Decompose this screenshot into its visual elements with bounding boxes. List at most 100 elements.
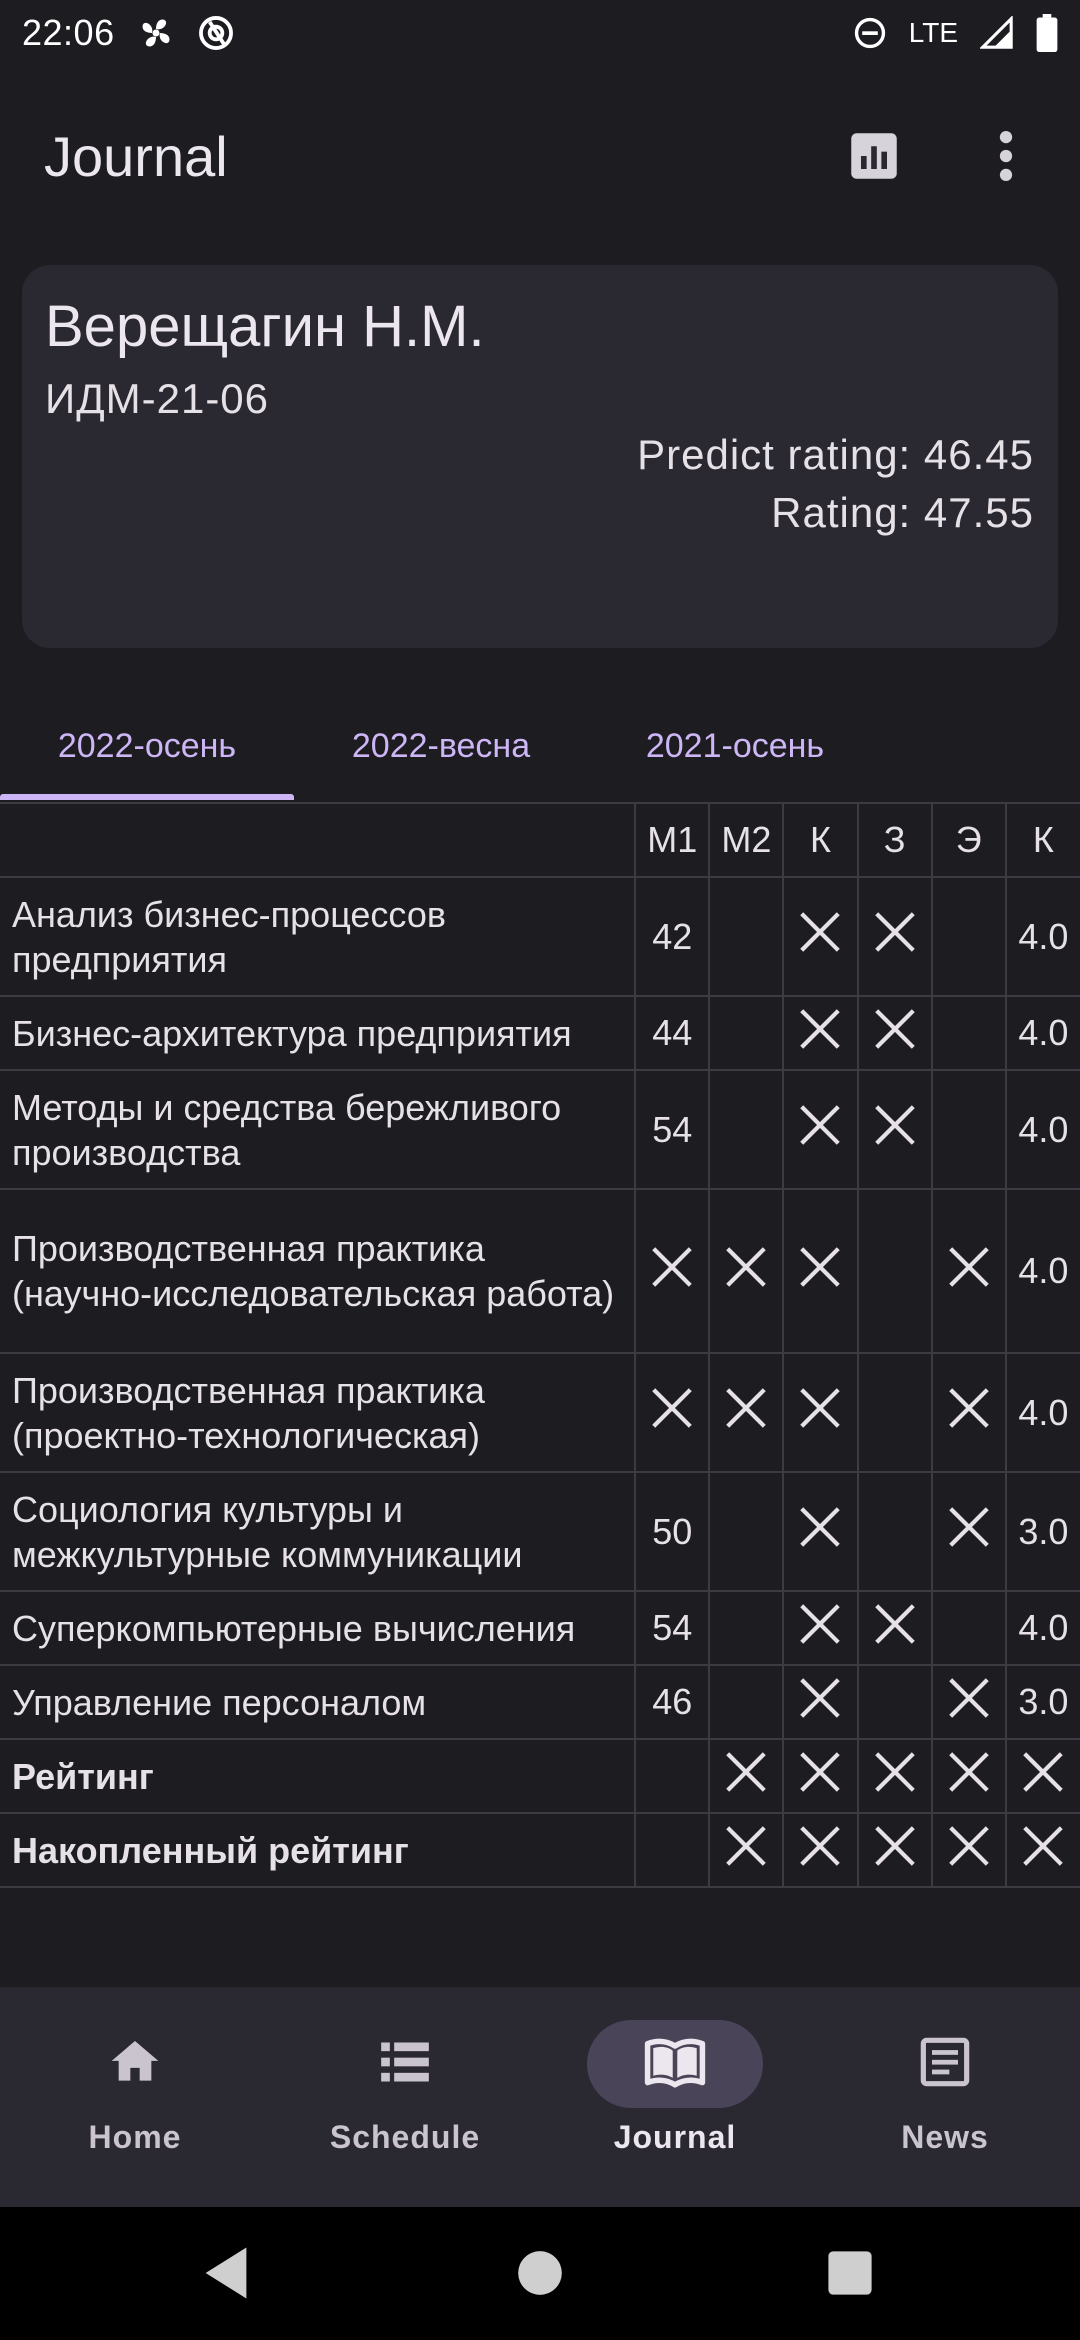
- cell-z: [856, 1188, 932, 1354]
- close-icon: [948, 1246, 990, 1297]
- cell-k-none: [782, 1188, 858, 1354]
- cell-m1: 54: [634, 1590, 710, 1666]
- recents-icon[interactable]: [826, 2245, 874, 2306]
- cell-z-none: [856, 995, 932, 1071]
- subject-name: Накопленный рейтинг: [0, 1812, 636, 1888]
- grades-table: М1 М2 К З Э К Анализ бизнес-процессов пр…: [0, 802, 1080, 1888]
- cell-k-none: [782, 1352, 858, 1473]
- cell-m2: [708, 1471, 784, 1592]
- close-icon: [725, 1751, 767, 1802]
- tab-indicator: [0, 794, 294, 800]
- table-row: Социология культуры и межкультурные комм…: [0, 1471, 1080, 1592]
- cell-m1: 54: [634, 1069, 710, 1190]
- cell-m2-none: [708, 1812, 784, 1888]
- home-circle-icon[interactable]: [516, 2245, 564, 2306]
- close-icon: [874, 1008, 916, 1059]
- nav-journal[interactable]: Journal: [540, 1987, 810, 2207]
- cell-e-none: [930, 1352, 1006, 1473]
- cell-e: [930, 1069, 1006, 1190]
- tab-2021-autumn[interactable]: 2021-осень: [588, 690, 882, 802]
- table-row: Суперкомпьютерные вычисления 54 4.0: [0, 1590, 1080, 1666]
- close-icon: [948, 1387, 990, 1438]
- cell-e-none: [930, 1471, 1006, 1592]
- nav-pill: [47, 2020, 223, 2108]
- cell-k-none: [782, 1069, 858, 1190]
- cell-m1: 44: [634, 995, 710, 1071]
- table-row: Методы и средства бережливого производст…: [0, 1069, 1080, 1190]
- cell-k2-none: [1004, 1812, 1080, 1888]
- nav-home[interactable]: Home: [0, 1987, 270, 2207]
- cell-m2: [708, 1590, 784, 1666]
- rating: Rating: 47.55: [771, 489, 1034, 536]
- cell-m1-none: [634, 1188, 710, 1354]
- cell-m2-none: [708, 1352, 784, 1473]
- subject-name: Производственная практика (проектно-техн…: [0, 1352, 636, 1473]
- battery-icon: [1036, 14, 1058, 52]
- table-row: Анализ бизнес-процессов предприятия 42 4.0: [0, 876, 1080, 997]
- fan-icon: [137, 14, 175, 52]
- subject-name: Рейтинг: [0, 1738, 636, 1814]
- signal-icon: [980, 16, 1014, 50]
- table-row: Производственная практика (научно-исслед…: [0, 1188, 1080, 1354]
- at-sign-icon: [197, 14, 235, 52]
- tab-2022-autumn[interactable]: 2022-осень: [0, 690, 294, 802]
- close-icon: [874, 1751, 916, 1802]
- back-icon[interactable]: [200, 2245, 252, 2306]
- close-icon: [948, 1751, 990, 1802]
- cell-m2-none: [708, 1738, 784, 1814]
- nav-pill: [857, 2020, 1033, 2108]
- nav-schedule[interactable]: Schedule: [270, 1987, 540, 2207]
- bar-chart-icon[interactable]: [844, 126, 904, 186]
- close-icon: [1022, 1751, 1064, 1802]
- close-icon: [874, 1603, 916, 1654]
- book-icon: [643, 2034, 707, 2095]
- subject-name: Производственная практика (научно-исслед…: [0, 1188, 636, 1354]
- cell-k2: 4.0: [1004, 1069, 1080, 1190]
- close-icon: [1022, 1825, 1064, 1876]
- cell-k2: 4.0: [1004, 1352, 1080, 1473]
- header-m1: М1: [634, 802, 710, 878]
- list-icon: [379, 2036, 431, 2093]
- nav-label-home: Home: [88, 2119, 182, 2155]
- close-icon: [799, 1603, 841, 1654]
- home-icon: [107, 2034, 163, 2095]
- cell-k-none: [782, 1812, 858, 1888]
- tab-label: 2021-осень: [645, 726, 825, 765]
- close-icon: [799, 1677, 841, 1728]
- cell-z-none: [856, 1590, 932, 1666]
- cell-m2: [708, 1664, 784, 1740]
- subject-name: Методы и средства бережливого производст…: [0, 1069, 636, 1190]
- subject-name: Анализ бизнес-процессов предприятия: [0, 876, 636, 997]
- close-icon: [799, 1387, 841, 1438]
- close-icon: [651, 1387, 693, 1438]
- close-icon: [725, 1387, 767, 1438]
- close-icon: [874, 1825, 916, 1876]
- cell-k-none: [782, 1590, 858, 1666]
- close-icon: [874, 1104, 916, 1155]
- table-header-row: М1 М2 К З Э К: [0, 802, 1080, 878]
- nav-news[interactable]: News: [810, 1987, 1080, 2207]
- subject-name: Управление персоналом: [0, 1664, 636, 1740]
- table-row: Накопленный рейтинг: [0, 1812, 1080, 1888]
- cell-e-none: [930, 1188, 1006, 1354]
- cell-m2: [708, 995, 784, 1071]
- tab-2022-spring[interactable]: 2022-весна: [294, 690, 588, 802]
- cell-k-none: [782, 876, 858, 997]
- close-icon: [725, 1825, 767, 1876]
- cell-m1: 50: [634, 1471, 710, 1592]
- cell-e: [930, 995, 1006, 1071]
- bottom-navigation: Home Schedule Journal News: [0, 1987, 1080, 2207]
- cell-m1: 42: [634, 876, 710, 997]
- nav-label-news: News: [901, 2119, 989, 2155]
- close-icon: [799, 1008, 841, 1059]
- cell-k2: 4.0: [1004, 1590, 1080, 1666]
- table-row: Производственная практика (проектно-техн…: [0, 1352, 1080, 1473]
- more-vert-icon[interactable]: [976, 126, 1036, 186]
- subject-name: Социология культуры и межкультурные комм…: [0, 1471, 636, 1592]
- close-icon: [651, 1246, 693, 1297]
- cell-z: [856, 1664, 932, 1740]
- system-navigation: [0, 2207, 1080, 2340]
- close-icon: [874, 911, 916, 962]
- cell-k2: 4.0: [1004, 1188, 1080, 1354]
- subject-name: Бизнес-архитектура предприятия: [0, 995, 636, 1071]
